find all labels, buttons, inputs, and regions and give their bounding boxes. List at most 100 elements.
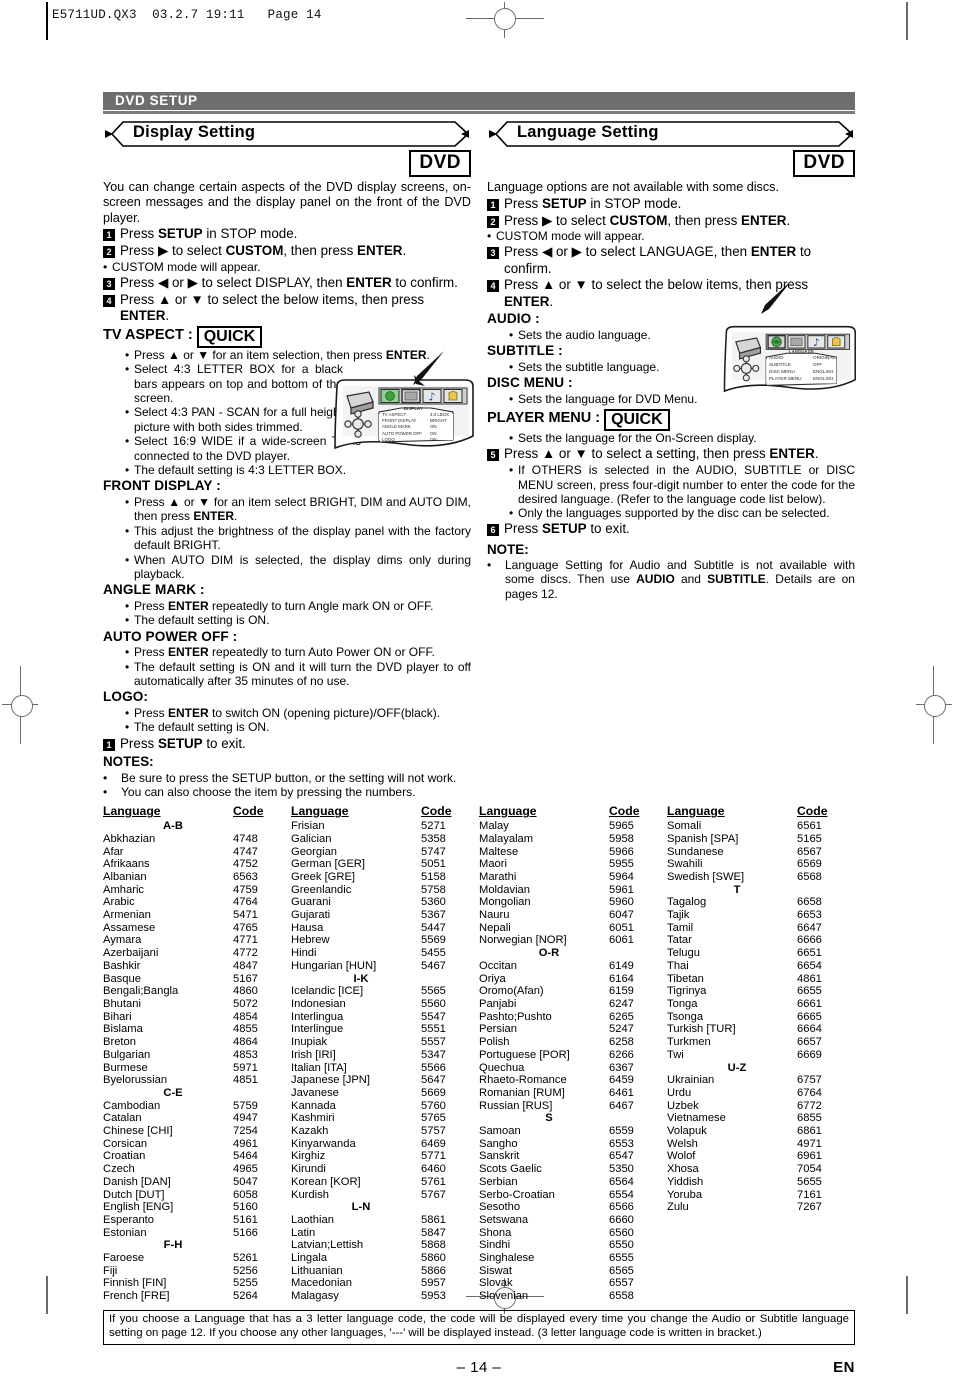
- code-table-row: Sangho 6553: [479, 1138, 667, 1151]
- code-table-row: Lithuanian 5866: [291, 1265, 479, 1278]
- code-table-row: Zulu 7267: [667, 1201, 855, 1214]
- language-name: Slovak: [479, 1277, 513, 1290]
- language-code: 5167: [233, 972, 258, 985]
- player-menu-heading: PLAYER MENU : QUICK: [487, 409, 855, 432]
- bullet-text: The default setting is 4:3 LETTER BOX.: [134, 463, 347, 478]
- code-table-row: Corsican 4961: [103, 1138, 291, 1151]
- code-table-column-2: Language Code Frisian 5271 Galician 5358 Georg…: [291, 804, 479, 1303]
- audio-bullet: • Sets the audio language.: [509, 328, 719, 342]
- code-table-row: Esperanto 5161: [103, 1214, 291, 1227]
- language-name: Urdu: [667, 1086, 692, 1099]
- code-table-row: Cambodian 5759: [103, 1100, 291, 1113]
- crop-mark-top-circle: [494, 8, 516, 30]
- tv-aspect-heading: TV ASPECT : QUICK: [103, 325, 471, 348]
- front-display-bullet: • Press ▲ or ▼ for an item select BRIGHT…: [125, 495, 471, 524]
- code-table-row: Turkish [TUR] 6664: [667, 1023, 855, 1036]
- code-table-row: Danish [DAN] 5047: [103, 1176, 291, 1189]
- bullet-dot-icon: •: [509, 463, 514, 478]
- language-name: Sanskrit: [479, 1150, 520, 1163]
- code-table-row: Spanish [SPA] 5165: [667, 833, 855, 846]
- language-code: 4864: [233, 1036, 258, 1049]
- code-table-row: Breton 4864: [103, 1036, 291, 1049]
- step-number-badge: 1: [103, 738, 115, 751]
- language-code: 6557: [609, 1277, 634, 1290]
- language-code: 6051: [609, 921, 634, 934]
- setting-name: DISC MENU: [769, 368, 795, 374]
- language-code: 5647: [421, 1074, 446, 1087]
- code-table-row: Interlingue 5551: [291, 1023, 479, 1036]
- code-table-row: Bengali;Bangla 4860: [103, 985, 291, 998]
- language-code: 6547: [609, 1150, 634, 1163]
- language-name: Danish [DAN]: [103, 1175, 171, 1188]
- bullet-text: Language Setting for Audio and Subtitle …: [505, 557, 855, 601]
- bullet-text: You can also choose the item by pressing…: [121, 784, 416, 799]
- language-name: Bulgarian: [103, 1048, 151, 1061]
- language-code: 5161: [233, 1213, 258, 1226]
- bullet-text: Be sure to press the SETUP button, or th…: [121, 770, 457, 785]
- code-table-row: Tagalog 6658: [667, 896, 855, 909]
- language-name: German [GER]: [291, 858, 365, 871]
- language-name: Estonian: [103, 1226, 147, 1239]
- display-step-2: 2 Press ▶ to select CUSTOM, then press E…: [103, 243, 471, 259]
- language-name: Romanian [RUM]: [479, 1086, 565, 1099]
- code-table-row: Georgian 5747: [291, 846, 479, 859]
- code-table-row: German [GER] 5051: [291, 858, 479, 871]
- code-table-row: French [FRE] 5264: [103, 1290, 291, 1303]
- step-text: Press SETUP in STOP mode.: [120, 226, 298, 242]
- code-table-row: Inupiak 5557: [291, 1036, 479, 1049]
- column-header-code: Code: [609, 804, 640, 819]
- language-name: Kirghiz: [291, 1150, 326, 1163]
- language-name: Slovenian: [479, 1290, 529, 1303]
- language-code: 4847: [233, 959, 258, 972]
- code-table-row: Macedonian 5957: [291, 1277, 479, 1290]
- front-display-heading: FRONT DISPLAY :: [103, 478, 221, 494]
- language-code: 6367: [609, 1061, 634, 1074]
- language-name: Setswana: [479, 1213, 529, 1226]
- language-name: Nauru: [479, 909, 510, 922]
- code-table-row: Twi 6669: [667, 1049, 855, 1062]
- code-table-row: Tatar 6666: [667, 934, 855, 947]
- code-table-row: Norwegian [NOR] 6061: [479, 934, 667, 947]
- code-table-row: Frisian 5271: [291, 820, 479, 833]
- language-name: Afar: [103, 845, 124, 858]
- bullet-dot-icon: •: [125, 463, 130, 478]
- language-code: 6258: [609, 1036, 634, 1049]
- code-table-row: Croatian 5464: [103, 1150, 291, 1163]
- language-name: Malay: [479, 820, 509, 833]
- language-name: Inupiak: [291, 1036, 328, 1049]
- code-table-row: Moldavian 5961: [479, 884, 667, 897]
- bullet-text: The default setting is ON.: [134, 613, 270, 628]
- display-menu-illustration: ♪ DISPLAY TV ASPECT 4:3 LBOX FRONT DISPL…: [325, 350, 477, 456]
- code-table-row: Czech 4965: [103, 1163, 291, 1176]
- code-table-row: Hausa 5447: [291, 922, 479, 935]
- language-name: Sesotho: [479, 1201, 521, 1214]
- code-table-row: Burmese 5971: [103, 1062, 291, 1075]
- language-name: Zulu: [667, 1201, 689, 1214]
- setting-name: SUBTITLE: [769, 362, 791, 368]
- language-code: 5256: [233, 1264, 258, 1277]
- code-table-row: Kinyarwanda 6469: [291, 1138, 479, 1151]
- step-text: Press SETUP in STOP mode.: [504, 195, 682, 211]
- code-table-row: Nauru 6047: [479, 909, 667, 922]
- code-table-header: Language Code: [103, 804, 291, 819]
- code-table-row: Estonian 5166: [103, 1227, 291, 1240]
- dvd-setup-banner: DVD SETUP: [103, 92, 855, 110]
- language-setting-ribbon: Language Setting: [487, 120, 855, 148]
- code-table-row: Amharic 4759: [103, 884, 291, 897]
- display-step-1: 1 Press SETUP in STOP mode.: [103, 226, 471, 242]
- code-table-row: Russian [RUS] 6467: [479, 1100, 667, 1113]
- language-name: Welsh: [667, 1137, 698, 1150]
- bullet-dot-icon: •: [509, 359, 514, 374]
- code-table-row: Finnish [FIN] 5255: [103, 1277, 291, 1290]
- language-name: Frisian: [291, 820, 325, 833]
- step-number-badge: 2: [103, 246, 115, 259]
- display-dvd-badge-wrap: DVD: [103, 150, 471, 177]
- language-name: Galician: [291, 832, 332, 845]
- page-edge-bottom-left: [46, 1276, 48, 1314]
- language-code: 5966: [609, 845, 634, 858]
- angle-mark-bullet: • The default setting is ON.: [125, 613, 471, 627]
- code-table-group-label: S: [545, 1112, 553, 1125]
- language-code: 5866: [421, 1264, 446, 1277]
- code-table-row: Oriya 6164: [479, 973, 667, 986]
- display-setting-section: Display Setting DVD You can change certa…: [103, 120, 474, 799]
